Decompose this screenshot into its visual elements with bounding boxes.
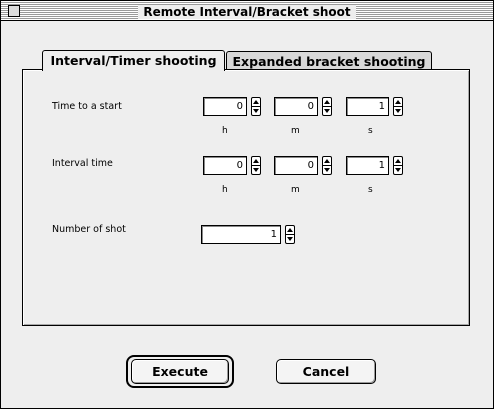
tab-expanded-bracket-shooting[interactable]: Expanded bracket shooting	[226, 51, 432, 71]
interval-hours-input[interactable]: 0	[203, 156, 247, 175]
arrow-up-icon[interactable]	[252, 98, 260, 107]
execute-button[interactable]: Execute	[131, 359, 229, 384]
time-to-start-minutes-input[interactable]: 0	[274, 97, 318, 116]
arrow-up-icon[interactable]	[394, 98, 402, 107]
arrow-down-icon[interactable]	[394, 107, 402, 115]
time-to-start-label: Time to a start	[52, 101, 122, 112]
time-to-start-seconds-stepper[interactable]	[393, 97, 403, 116]
cancel-button[interactable]: Cancel	[276, 359, 376, 384]
time-to-start-minutes-stepper[interactable]	[322, 97, 332, 116]
arrow-up-icon[interactable]	[286, 226, 294, 235]
time-to-start-hours-stepper[interactable]	[251, 97, 261, 116]
interval-seconds-stepper[interactable]	[393, 156, 403, 175]
interval-seconds-input[interactable]: 1	[346, 156, 389, 175]
time-to-start-seconds-input[interactable]: 1	[346, 97, 389, 116]
tab-panel: Time to a start 0 0 1 h m s Interval tim…	[22, 69, 470, 326]
title-bar[interactable]: Remote Interval/Bracket shoot	[1, 1, 493, 21]
arrow-down-icon[interactable]	[252, 107, 260, 115]
interval-minutes-input[interactable]: 0	[274, 156, 318, 175]
number-of-shot-label: Number of shot	[52, 224, 126, 235]
arrow-down-icon[interactable]	[323, 107, 331, 115]
window-title: Remote Interval/Bracket shoot	[138, 5, 356, 19]
minutes-unit-label: m	[291, 185, 300, 195]
number-of-shot-stepper[interactable]	[285, 225, 295, 244]
minutes-unit-label: m	[291, 126, 300, 136]
arrow-down-icon[interactable]	[286, 235, 294, 243]
hours-unit-label: h	[222, 185, 228, 195]
time-to-start-hours-input[interactable]: 0	[203, 97, 247, 116]
interval-time-label: Interval time	[52, 158, 113, 169]
seconds-unit-label: s	[368, 126, 373, 136]
interval-minutes-stepper[interactable]	[322, 156, 332, 175]
interval-hours-stepper[interactable]	[251, 156, 261, 175]
seconds-unit-label: s	[368, 185, 373, 195]
arrow-down-icon[interactable]	[252, 166, 260, 174]
hours-unit-label: h	[222, 126, 228, 136]
arrow-up-icon[interactable]	[394, 157, 402, 166]
arrow-up-icon[interactable]	[252, 157, 260, 166]
tab-interval-timer-shooting[interactable]: Interval/Timer shooting	[42, 50, 225, 71]
number-of-shot-input[interactable]: 1	[201, 225, 281, 244]
arrow-up-icon[interactable]	[323, 98, 331, 107]
arrow-up-icon[interactable]	[323, 157, 331, 166]
arrow-down-icon[interactable]	[394, 166, 402, 174]
arrow-down-icon[interactable]	[323, 166, 331, 174]
